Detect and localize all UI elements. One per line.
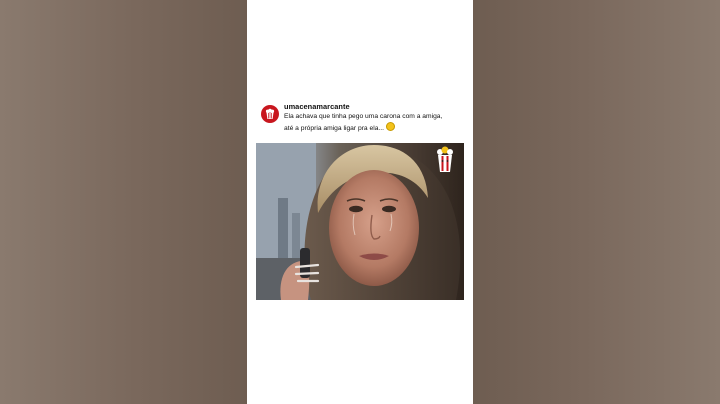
video-clip[interactable] xyxy=(256,143,464,300)
post-header: umacenamarcante Ela achava que tinha peg… xyxy=(261,102,466,134)
post-username[interactable]: umacenamarcante xyxy=(284,102,484,111)
caption-text: Ela achava que tinha pego uma carona com… xyxy=(284,113,443,132)
blurred-background-left xyxy=(0,0,247,404)
crying-face-emoji-icon xyxy=(386,122,395,131)
short-video-frame[interactable]: umacenamarcante Ela achava que tinha peg… xyxy=(247,0,473,404)
avatar[interactable] xyxy=(261,105,279,123)
video-still-image xyxy=(256,143,461,300)
post-caption: Ela achava que tinha pego uma carona com… xyxy=(284,112,484,134)
blurred-background-right xyxy=(473,0,720,404)
popcorn-icon xyxy=(437,146,453,172)
popcorn-icon xyxy=(265,108,275,119)
popcorn-watermark xyxy=(436,146,454,173)
